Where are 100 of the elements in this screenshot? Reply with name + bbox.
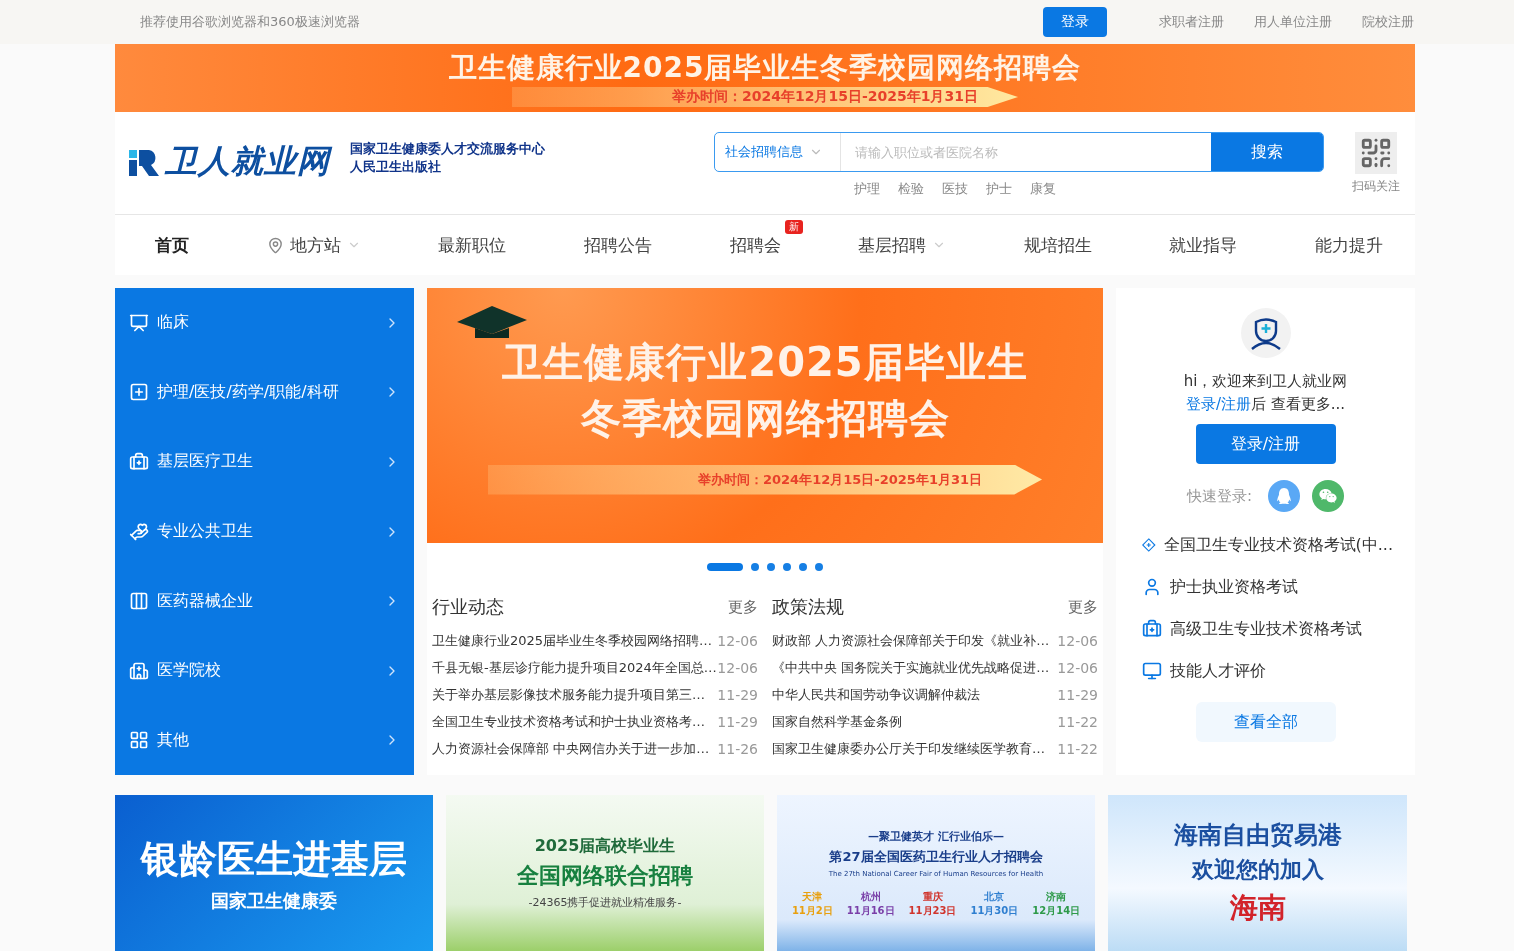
category-icon bbox=[129, 382, 149, 403]
category-icon bbox=[129, 591, 149, 612]
news-date: 11-29 bbox=[717, 713, 758, 730]
promo-logo-text: 海南 bbox=[1229, 890, 1286, 926]
search-bar[interactable]: 社会招聘信息 请输入职位或者医院名称 搜索 bbox=[714, 132, 1324, 172]
category-icon bbox=[129, 730, 149, 751]
carousel-date: 举办时间：2024年12月15日-2025年1月31日 bbox=[487, 464, 1043, 495]
news-link[interactable]: 财政部 人力资源社会保障部关于印发《就业补… bbox=[772, 631, 1050, 650]
exam-link[interactable]: 全国卫生专业技术资格考试(中... bbox=[1142, 524, 1393, 566]
more-link[interactable]: 更多 bbox=[1068, 597, 1098, 617]
news-link[interactable]: 国家卫生健康委办公厅关于印发继续医学教育… bbox=[772, 739, 1045, 758]
more-link[interactable]: 更多 bbox=[728, 597, 758, 617]
wechat-login-button[interactable] bbox=[1312, 480, 1345, 512]
city-date: 11月16日 bbox=[846, 903, 895, 918]
news-link[interactable]: 千县无银-基层诊疗能力提升项目2024年全国总… bbox=[432, 658, 717, 677]
quick-login-label: 快速登录: bbox=[1186, 486, 1253, 506]
city-name: 北京 bbox=[984, 889, 1005, 904]
city-date: 11月2日 bbox=[791, 903, 833, 918]
register-link[interactable]: 求职者注册 bbox=[1159, 13, 1224, 31]
organization-name: 人民卫生出版社 bbox=[350, 158, 442, 176]
keyword-link[interactable]: 医技 bbox=[942, 180, 968, 198]
penguin-icon bbox=[1276, 488, 1293, 504]
category-item[interactable]: 护理/医技/药学/职能/科研 bbox=[115, 357, 414, 428]
organization-name: 国家卫生健康委人才交流服务中心 bbox=[350, 140, 546, 158]
exam-link[interactable]: 技能人才评价 bbox=[1142, 650, 1393, 692]
promo-tagline: —聚卫健英才 汇行业伯乐— bbox=[868, 828, 1004, 844]
register-link[interactable]: 用人单位注册 bbox=[1254, 13, 1332, 31]
news-date: 12-06 bbox=[717, 659, 758, 676]
category-item[interactable]: 基层医疗卫生 bbox=[115, 427, 414, 497]
search-button[interactable]: 搜索 bbox=[1211, 133, 1323, 171]
nav-item[interactable]: 基层招聘 bbox=[858, 233, 947, 257]
exam-link[interactable]: 护士执业资格考试 bbox=[1142, 566, 1393, 608]
login-register-link[interactable]: 登录/注册 bbox=[1185, 395, 1251, 414]
chat-bubbles-icon bbox=[1319, 487, 1338, 505]
city-name: 杭州 bbox=[860, 889, 881, 904]
city-name: 天津 bbox=[802, 889, 823, 904]
category-item[interactable]: 临床 bbox=[115, 288, 414, 358]
city-name: 济南 bbox=[1046, 889, 1067, 904]
monitor-icon bbox=[1142, 661, 1162, 681]
nav-item[interactable]: 规培招生 bbox=[1023, 233, 1092, 257]
news-date: 11-22 bbox=[1057, 713, 1098, 730]
location-pin-icon bbox=[266, 236, 284, 254]
category-item[interactable]: 医学院校 bbox=[115, 635, 414, 706]
section-title: 行业动态 bbox=[432, 595, 504, 619]
browser-notice: 推荐使用谷歌浏览器和360极速浏览器 bbox=[140, 13, 361, 31]
news-date: 12-06 bbox=[717, 632, 758, 649]
promo-banner[interactable]: 海南自由贸易港 欢迎您的加入 海南 bbox=[1108, 795, 1407, 951]
news-link[interactable]: 卫生健康行业2025届毕业生冬季校园网络招聘… bbox=[432, 631, 713, 650]
carousel-dot[interactable] bbox=[815, 563, 823, 571]
city-date: 12月14日 bbox=[1032, 903, 1081, 918]
news-link[interactable]: 中华人民共和国劳动争议调解仲裁法 bbox=[772, 685, 980, 704]
news-link[interactable]: 国家自然科学基金条例 bbox=[772, 712, 902, 731]
news-link[interactable]: 关于举办基层影像技术服务能力提升项目第三… bbox=[432, 685, 705, 704]
promo-banner[interactable]: 2025届高校毕业生 全国网络联合招聘 -24365携手促进就业精准服务- bbox=[446, 795, 764, 951]
promo-title: 第27届全国医药卫生行业人才招聘会 bbox=[829, 847, 1043, 866]
category-item[interactable]: 医药器械企业 bbox=[115, 566, 414, 636]
news-date: 11-22 bbox=[1057, 740, 1098, 757]
news-date: 11-29 bbox=[717, 686, 758, 703]
nav-item[interactable]: 招聘公告 bbox=[583, 233, 652, 257]
qq-login-button[interactable] bbox=[1268, 480, 1301, 512]
city-date: 11月30日 bbox=[970, 903, 1019, 918]
nav-item[interactable]: 最新职位 bbox=[438, 233, 507, 257]
keyword-link[interactable]: 护士 bbox=[986, 180, 1012, 198]
news-link[interactable]: 全国卫生专业技术资格考试和护士执业资格考… bbox=[432, 712, 705, 731]
news-date: 11-29 bbox=[1057, 686, 1098, 703]
news-link[interactable]: 《中共中央 国务院关于实施就业优先战略促进… bbox=[772, 658, 1050, 677]
keyword-link[interactable]: 康复 bbox=[1030, 180, 1056, 198]
news-link[interactable]: 人力资源社会保障部 中央网信办关于进一步加… bbox=[432, 739, 710, 758]
category-icon bbox=[129, 660, 149, 681]
category-item[interactable]: 专业公共卫生 bbox=[115, 496, 414, 567]
promo-subtitle: 国家卫生健康委 bbox=[211, 888, 337, 913]
carousel-dot[interactable] bbox=[799, 563, 807, 571]
login-register-button[interactable]: 登录/注册 bbox=[1195, 424, 1336, 464]
keyword-link[interactable]: 护理 bbox=[854, 180, 880, 198]
banner-date: 举办时间：2024年12月15日-2025年1月31日 bbox=[512, 87, 1018, 107]
view-all-button[interactable]: 查看全部 bbox=[1195, 702, 1336, 742]
nav-item[interactable]: 能力提升 bbox=[1315, 233, 1383, 257]
category-icon bbox=[129, 312, 149, 333]
register-link[interactable]: 院校注册 bbox=[1362, 13, 1414, 31]
keyword-link[interactable]: 检验 bbox=[898, 180, 924, 198]
exam-link[interactable]: 高级卫生专业技术资格考试 bbox=[1142, 608, 1393, 650]
carousel-title: 卫生健康行业2025届毕业生 bbox=[502, 337, 1028, 387]
city-date: 11月23日 bbox=[908, 903, 957, 918]
nav-item[interactable]: 就业指导 bbox=[1169, 233, 1238, 257]
carousel-dot[interactable] bbox=[783, 563, 791, 571]
promo-title: 海南自由贸易港 bbox=[1173, 820, 1342, 851]
user-icon bbox=[1142, 577, 1162, 597]
diamond-plus-icon bbox=[1142, 535, 1156, 555]
nav-item[interactable]: 首页 bbox=[155, 233, 189, 257]
carousel-dot[interactable] bbox=[751, 563, 759, 571]
carousel-dot[interactable] bbox=[767, 563, 775, 571]
carousel-title: 冬季校园网络招聘会 bbox=[580, 393, 950, 443]
medical-kit-icon bbox=[1142, 619, 1162, 639]
login-button[interactable]: 登录 bbox=[1043, 7, 1107, 37]
nav-item[interactable]: 地方站 bbox=[266, 233, 361, 257]
city-name: 重庆 bbox=[922, 889, 943, 904]
greeting-text: hi，欢迎来到卫人就业网 bbox=[1183, 372, 1348, 391]
promo-banner[interactable]: 银龄医生进基层 国家卫生健康委 bbox=[115, 795, 433, 951]
category-item[interactable]: 其他 bbox=[115, 705, 414, 776]
category-icon bbox=[129, 451, 149, 472]
